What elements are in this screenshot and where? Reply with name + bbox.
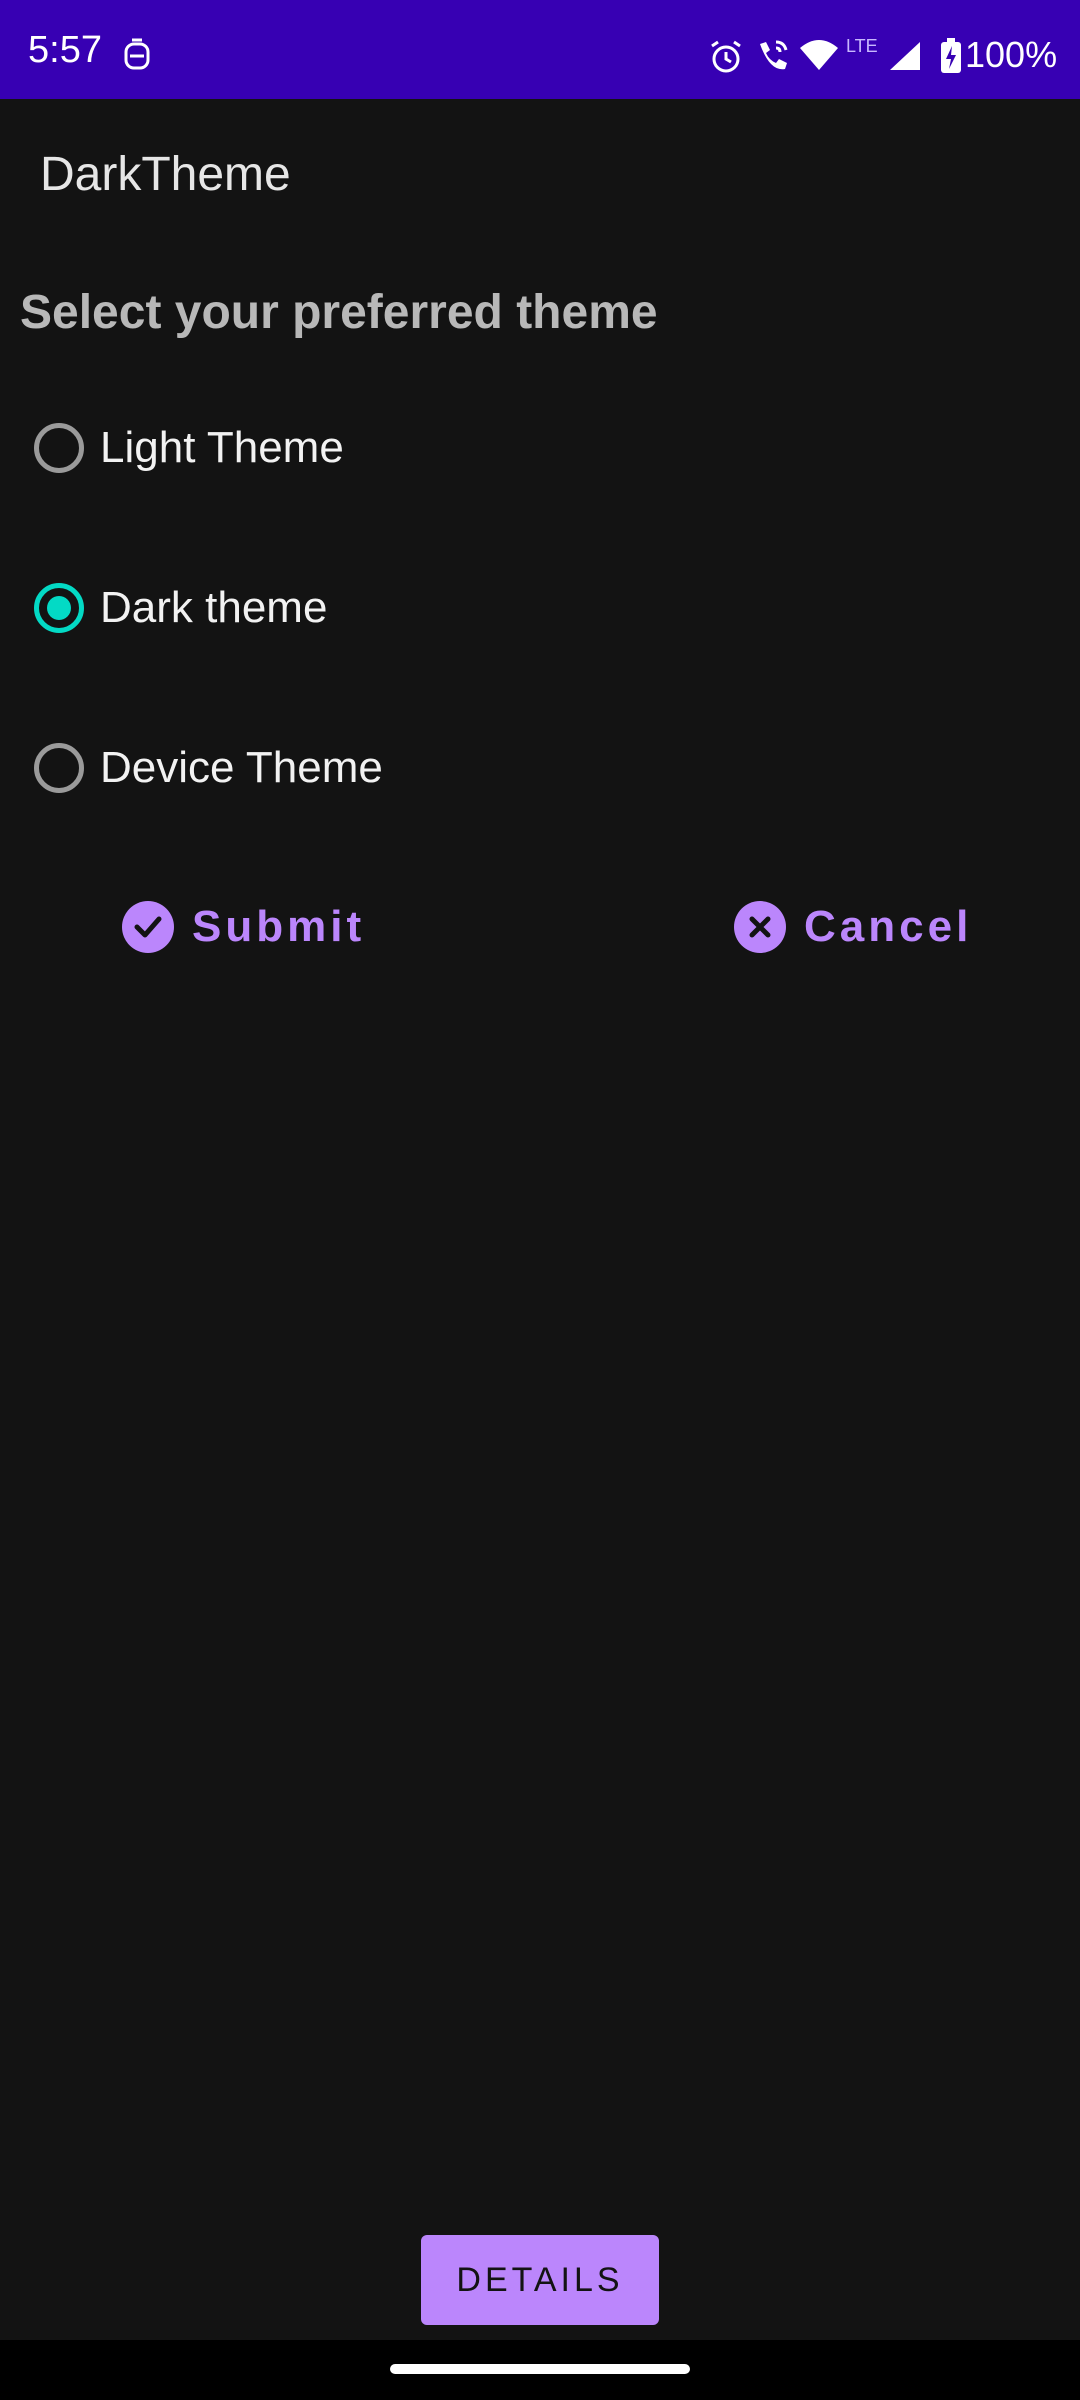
check-circle-icon bbox=[122, 901, 174, 953]
radio-label-light-theme: Light Theme bbox=[100, 423, 344, 472]
details-button[interactable]: DETAILS bbox=[421, 2235, 659, 2325]
battery-icon bbox=[940, 38, 962, 79]
submit-label: Submit bbox=[192, 902, 366, 951]
gesture-handle[interactable] bbox=[390, 2364, 690, 2374]
network-type: LTE bbox=[846, 36, 878, 56]
radio-button-unchecked[interactable] bbox=[34, 743, 84, 793]
wifi-icon bbox=[798, 38, 840, 77]
alarm-icon bbox=[708, 40, 744, 79]
theme-prompt: Select your preferred theme bbox=[20, 286, 658, 339]
status-time: 5:57 bbox=[28, 29, 102, 71]
cancel-label: Cancel bbox=[804, 902, 973, 951]
radio-label-dark-theme: Dark theme bbox=[100, 583, 328, 632]
radio-button-unchecked[interactable] bbox=[34, 423, 84, 473]
submit-button[interactable]: Submit bbox=[122, 890, 365, 964]
radio-button-checked[interactable] bbox=[34, 583, 84, 633]
app-title: DarkTheme bbox=[40, 148, 291, 201]
radio-label-device-theme: Device Theme bbox=[100, 743, 383, 792]
app-bar: DarkTheme bbox=[0, 99, 1080, 244]
notification-icon bbox=[122, 38, 152, 77]
cancel-button[interactable]: Cancel bbox=[734, 890, 972, 964]
signal-icon bbox=[888, 40, 922, 77]
radio-device-theme[interactable]: Device Theme bbox=[0, 698, 1080, 838]
radio-light-theme[interactable]: Light Theme bbox=[0, 378, 1080, 518]
navigation-bar bbox=[0, 2340, 1080, 2400]
status-bar: 5:57 LTE 100% bbox=[0, 0, 1080, 99]
radio-dark-theme[interactable]: Dark theme bbox=[0, 538, 1080, 678]
battery-level: 100% bbox=[965, 34, 1058, 75]
close-circle-icon bbox=[734, 901, 786, 953]
wifi-call-icon bbox=[754, 38, 790, 79]
